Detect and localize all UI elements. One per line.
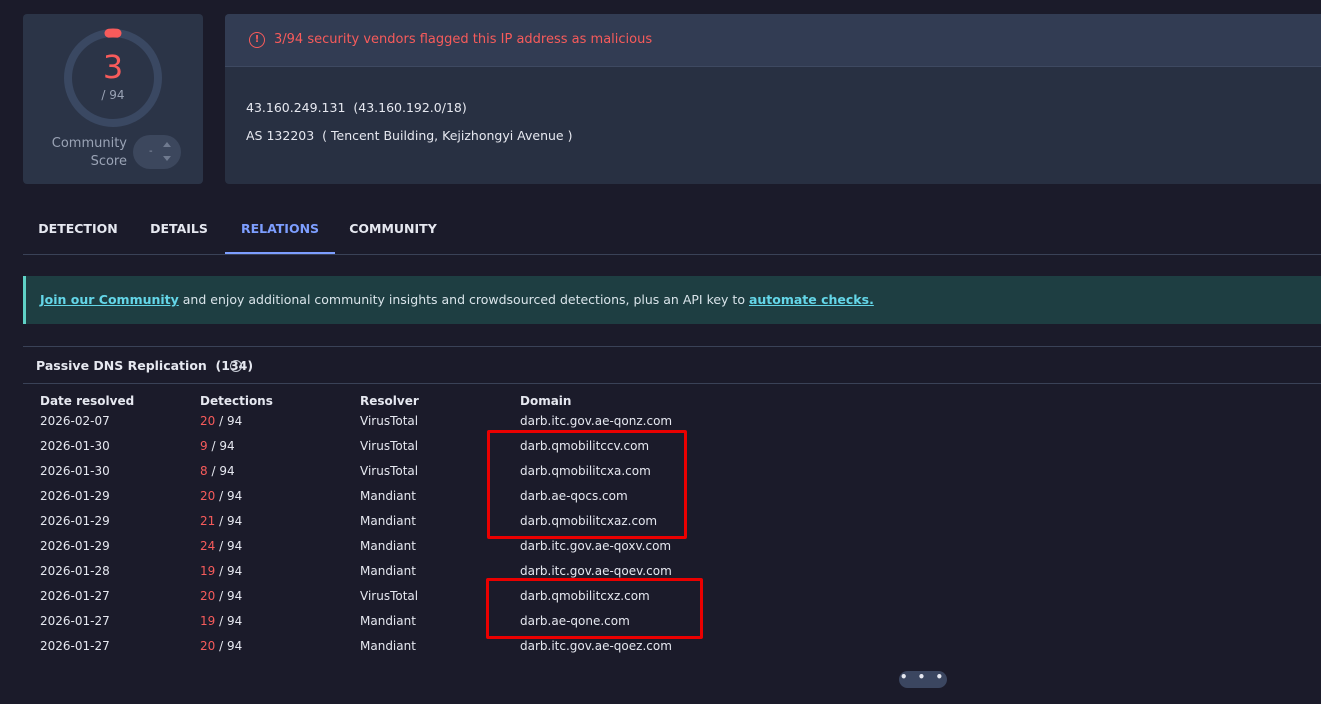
passive-dns-title: Passive DNS Replication (134) <box>36 358 254 373</box>
ip-info-card: ! 3/94 security vendors flagged this IP … <box>225 14 1321 184</box>
resolver-cell: Mandiant <box>360 614 416 628</box>
date-cell: 2026-01-27 <box>40 614 110 628</box>
detection-score-card: 3 / 94 Community Score - <box>23 14 203 184</box>
date-cell: 2026-01-30 <box>40 464 110 478</box>
banner-middle-text: and enjoy additional community insights … <box>178 292 749 307</box>
info-icon[interactable]: i <box>230 360 242 372</box>
malicious-alert-bar: ! 3/94 security vendors flagged this IP … <box>225 14 1321 67</box>
domain-link[interactable]: darb.itc.gov.ae-qoev.com <box>520 564 672 578</box>
tab-relations[interactable]: RELATIONS <box>225 200 335 254</box>
column-header-date: Date resolved <box>40 394 135 408</box>
detection-count: 3 <box>102 48 124 86</box>
ip-address[interactable]: 43.160.249.131 <box>246 100 345 115</box>
load-more-button[interactable]: • • • <box>899 671 947 688</box>
column-header-resolver: Resolver <box>360 394 419 408</box>
detections-cell: 20 / 94 <box>200 414 243 428</box>
detections-cell: 19 / 94 <box>200 614 243 628</box>
detection-total: / 94 <box>101 88 125 102</box>
alert-text: 3/94 security vendors flagged this IP ad… <box>274 32 653 47</box>
column-header-domain: Domain <box>520 394 572 408</box>
detections-cell: 21 / 94 <box>200 514 243 528</box>
detections-cell: 20 / 94 <box>200 489 243 503</box>
table-row[interactable]: 2026-01-29 24 / 94 Mandiant darb.itc.gov… <box>23 539 1321 564</box>
community-score-stepper[interactable]: - <box>133 135 181 169</box>
ip-cidr: (43.160.192.0/18) <box>353 100 467 115</box>
resolver-cell: Mandiant <box>360 539 416 553</box>
passive-dns-header: Passive DNS Replication (134) i <box>23 347 1321 384</box>
detections-cell: 19 / 94 <box>200 564 243 578</box>
automate-checks-link[interactable]: automate checks. <box>749 292 874 307</box>
domain-link[interactable]: darb.itc.gov.ae-qonz.com <box>520 414 672 428</box>
ip-address-line: 43.160.249.131 (43.160.192.0/18) <box>246 100 467 115</box>
community-score-value: - <box>149 146 153 157</box>
date-cell: 2026-01-27 <box>40 589 110 603</box>
community-banner: Join our Community and enjoy additional … <box>23 276 1321 324</box>
date-cell: 2026-01-30 <box>40 439 110 453</box>
resolver-cell: VirusTotal <box>360 589 419 603</box>
date-cell: 2026-01-27 <box>40 639 110 653</box>
tab-detection[interactable]: DETECTION <box>23 200 133 254</box>
resolver-cell: Mandiant <box>360 639 416 653</box>
exclamation-circle-icon: ! <box>249 32 265 48</box>
detections-cell: 8 / 94 <box>200 464 235 478</box>
date-cell: 2026-01-29 <box>40 539 110 553</box>
highlight-box-qmobilit-group-1 <box>487 430 687 539</box>
date-cell: 2026-01-29 <box>40 514 110 528</box>
vote-down-icon[interactable] <box>163 156 171 161</box>
tab-details[interactable]: DETAILS <box>133 200 225 254</box>
detections-cell: 20 / 94 <box>200 589 243 603</box>
resolver-cell: VirusTotal <box>360 439 419 453</box>
date-cell: 2026-01-29 <box>40 489 110 503</box>
resolver-cell: Mandiant <box>360 489 416 503</box>
domain-link[interactable]: darb.itc.gov.ae-qoez.com <box>520 639 672 653</box>
resolver-cell: VirusTotal <box>360 464 419 478</box>
detections-cell: 20 / 94 <box>200 639 243 653</box>
as-line: AS 132203 ( Tencent Building, Kejizhongy… <box>246 128 572 143</box>
column-header-detections: Detections <box>200 394 273 408</box>
tab-community[interactable]: COMMUNITY <box>335 200 451 254</box>
highlight-box-qmobilit-group-2 <box>486 578 703 639</box>
banner-text: Join our Community and enjoy additional … <box>40 292 874 307</box>
date-cell: 2026-01-28 <box>40 564 110 578</box>
resolver-cell: VirusTotal <box>360 414 419 428</box>
as-owner: ( Tencent Building, Kejizhongyi Avenue ) <box>322 128 573 143</box>
resolver-cell: Mandiant <box>360 564 416 578</box>
tab-bar: DETECTION DETAILS RELATIONS COMMUNITY <box>23 200 1321 255</box>
vote-up-icon[interactable] <box>163 142 171 147</box>
join-community-link[interactable]: Join our Community <box>40 292 179 307</box>
detections-cell: 24 / 94 <box>200 539 243 553</box>
table-row[interactable]: 2026-01-27 20 / 94 Mandiant darb.itc.gov… <box>23 639 1321 664</box>
detections-cell: 9 / 94 <box>200 439 235 453</box>
domain-link[interactable]: darb.itc.gov.ae-qoxv.com <box>520 539 671 553</box>
as-number[interactable]: AS 132203 <box>246 128 314 143</box>
date-cell: 2026-02-07 <box>40 414 110 428</box>
resolver-cell: Mandiant <box>360 514 416 528</box>
community-score-label: Community Score <box>51 136 127 169</box>
